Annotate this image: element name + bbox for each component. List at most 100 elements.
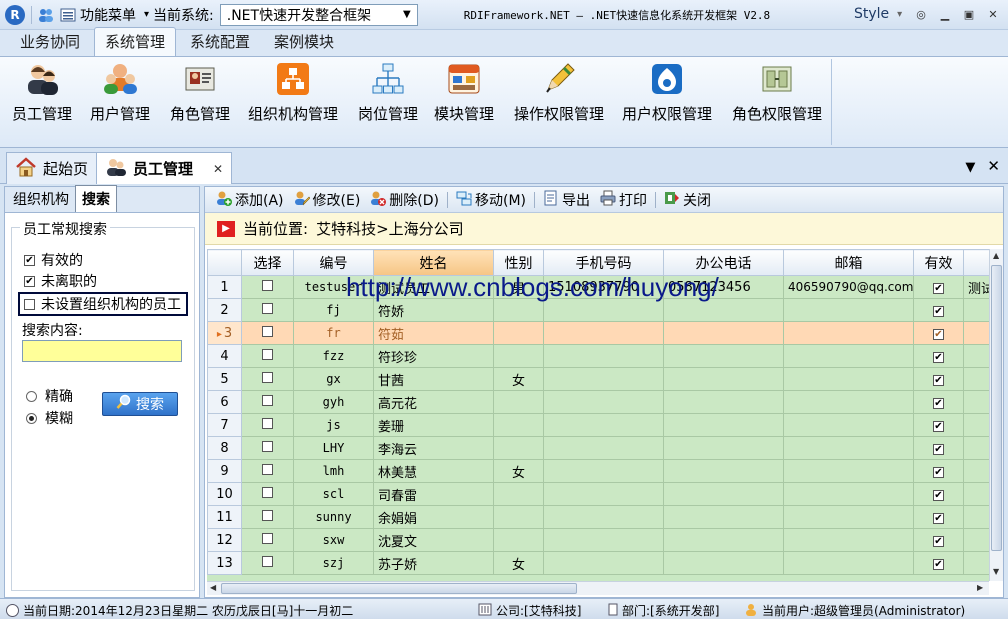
row-select-cell[interactable] xyxy=(241,551,294,575)
table-row[interactable]: 9 lmh 林美慧女 ✔ xyxy=(207,459,989,483)
row-number[interactable]: 7 xyxy=(207,413,242,437)
cell-email[interactable] xyxy=(783,413,914,437)
cell-extra[interactable]: 测试 xyxy=(963,275,989,299)
module-management-button[interactable]: 模块管理 xyxy=(434,59,494,125)
checkbox-unchecked-icon[interactable] xyxy=(262,348,273,360)
function-menu-button[interactable]: 功能菜单 xyxy=(80,5,136,25)
cell-valid[interactable]: ✔ xyxy=(913,390,964,414)
checkbox-unchecked-icon[interactable] xyxy=(262,302,273,314)
cell-valid[interactable]: ✔ xyxy=(913,298,964,322)
cell-gender[interactable] xyxy=(493,482,544,506)
role-management-button[interactable]: 角色管理 xyxy=(170,59,230,125)
cell-gender[interactable] xyxy=(493,528,544,552)
cell-office-phone[interactable] xyxy=(663,459,784,483)
scroll-left-icon[interactable]: ◀ xyxy=(210,583,216,592)
cell-code[interactable]: lmh xyxy=(293,459,374,483)
table-row[interactable]: 11 sunny 余娟娟 ✔ xyxy=(207,505,989,529)
row-select-cell[interactable] xyxy=(241,367,294,391)
dropdown-arrow-icon[interactable]: ▾ xyxy=(144,9,149,20)
delete-button[interactable]: 删除(D) xyxy=(365,190,444,210)
cell-extra[interactable] xyxy=(963,551,989,575)
cell-name[interactable]: 姜珊 xyxy=(373,413,494,437)
cell-valid[interactable]: ✔ xyxy=(913,482,964,506)
row-select-cell[interactable] xyxy=(241,436,294,460)
table-row[interactable]: 13 szj 苏子娇女 ✔ xyxy=(207,551,989,575)
cell-extra[interactable] xyxy=(963,505,989,529)
cell-office-phone[interactable] xyxy=(663,436,784,460)
cell-name[interactable]: 符珍珍 xyxy=(373,344,494,368)
cell-name[interactable]: 余娟娟 xyxy=(373,505,494,529)
help-icon[interactable]: ◎ xyxy=(914,7,928,21)
cell-valid[interactable]: ✔ xyxy=(913,436,964,460)
row-select-cell[interactable] xyxy=(241,298,294,322)
tab-case-modules[interactable]: 案例模块 xyxy=(264,28,344,56)
checkbox-unchecked-icon[interactable] xyxy=(24,298,35,310)
column-extra[interactable] xyxy=(963,249,989,276)
cell-code[interactable]: sunny xyxy=(293,505,374,529)
cell-mobile[interactable] xyxy=(543,528,664,552)
cell-extra[interactable] xyxy=(963,298,989,322)
checkbox-checked-icon[interactable]: ✔ xyxy=(933,466,944,478)
cell-code[interactable]: gx xyxy=(293,367,374,391)
cell-name[interactable]: 符茹 xyxy=(373,321,494,345)
cell-mobile[interactable] xyxy=(543,321,664,345)
cell-valid[interactable]: ✔ xyxy=(913,413,964,437)
cell-name[interactable]: 林美慧 xyxy=(373,459,494,483)
checkbox-checked-icon[interactable]: ✔ xyxy=(933,535,944,547)
row-number[interactable]: 12 xyxy=(207,528,242,552)
close-icon[interactable]: ✕ xyxy=(986,7,1000,21)
checkbox-unchecked-icon[interactable] xyxy=(262,325,273,337)
search-input[interactable] xyxy=(22,340,182,362)
edit-button[interactable]: 修改(E) xyxy=(289,190,366,210)
cell-gender[interactable] xyxy=(493,413,544,437)
checkbox-unchecked-icon[interactable] xyxy=(262,371,273,383)
row-select-cell[interactable] xyxy=(241,390,294,414)
print-button[interactable]: 打印 xyxy=(595,190,652,210)
cell-gender[interactable] xyxy=(493,344,544,368)
cell-office-phone[interactable] xyxy=(663,413,784,437)
cell-name[interactable]: 苏子娇 xyxy=(373,551,494,575)
cell-valid[interactable]: ✔ xyxy=(913,275,964,299)
row-select-cell[interactable] xyxy=(241,275,294,299)
cell-office-phone[interactable] xyxy=(663,505,784,529)
row-number[interactable]: 2 xyxy=(207,298,242,322)
cell-email[interactable] xyxy=(783,551,914,575)
checkbox-checked-icon[interactable]: ✔ xyxy=(933,282,944,294)
tab-staff-management[interactable]: 员工管理 ✕ xyxy=(96,152,233,184)
table-row[interactable]: 4 fzz 符珍珍 ✔ xyxy=(207,344,989,368)
table-row[interactable]: 6 gyh 高元花 ✔ xyxy=(207,390,989,414)
cell-email[interactable] xyxy=(783,298,914,322)
export-button[interactable]: 导出 xyxy=(538,190,595,210)
horizontal-scroll-thumb[interactable] xyxy=(221,583,577,594)
cell-email[interactable] xyxy=(783,436,914,460)
radio-selected-icon[interactable] xyxy=(26,412,37,424)
table-row[interactable]: 7 js 姜珊 ✔ xyxy=(207,413,989,437)
users-small-icon[interactable] xyxy=(38,7,54,23)
row-number[interactable]: ▸ 3 xyxy=(207,321,242,345)
cell-valid[interactable]: ✔ xyxy=(913,505,964,529)
scroll-right-icon[interactable]: ▶ xyxy=(977,583,983,592)
checkbox-unchecked-icon[interactable] xyxy=(262,440,273,452)
cell-gender[interactable] xyxy=(493,321,544,345)
row-number[interactable]: 10 xyxy=(207,482,242,506)
cell-extra[interactable] xyxy=(963,367,989,391)
user-permission-button[interactable]: 用户权限管理 xyxy=(622,59,712,125)
cell-gender[interactable] xyxy=(493,436,544,460)
close-tab-icon[interactable]: ✕ xyxy=(213,162,223,176)
row-number[interactable]: 1 xyxy=(207,275,242,299)
tab-organization[interactable]: 组织机构 xyxy=(7,186,75,212)
row-select-cell[interactable] xyxy=(241,459,294,483)
column-select[interactable]: 选择 xyxy=(241,249,294,276)
scroll-up-icon[interactable]: ▲ xyxy=(993,251,999,260)
checkbox-checked-icon[interactable]: ✔ xyxy=(933,420,944,432)
column-email[interactable]: 邮箱 xyxy=(783,249,914,276)
cell-office-phone[interactable] xyxy=(663,528,784,552)
vertical-scroll-thumb[interactable] xyxy=(991,265,1002,551)
cell-mobile[interactable] xyxy=(543,551,664,575)
app-logo[interactable]: R xyxy=(5,4,25,25)
cell-mobile[interactable] xyxy=(543,436,664,460)
cell-code[interactable]: sxw xyxy=(293,528,374,552)
checkbox-unchecked-icon[interactable] xyxy=(262,555,273,567)
checkbox-checked-icon[interactable]: ✔ xyxy=(933,443,944,455)
checkbox-unchecked-icon[interactable] xyxy=(262,417,273,429)
